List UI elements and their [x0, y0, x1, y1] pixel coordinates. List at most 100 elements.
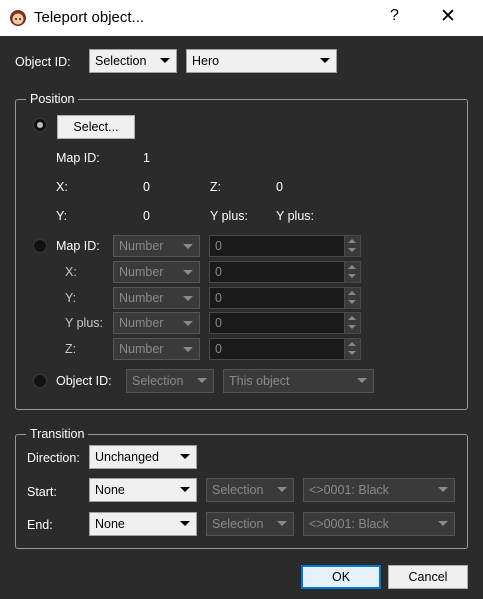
- position-object-source-dropdown[interactable]: Selection: [126, 369, 214, 393]
- arrow-down-icon: [348, 274, 356, 278]
- spin-buttons[interactable]: [344, 262, 360, 282]
- spin-buttons[interactable]: [344, 288, 360, 308]
- map-id-label: Map ID:: [56, 151, 100, 165]
- chevron-down-icon: [357, 378, 367, 383]
- position-object-value: This object: [229, 374, 290, 388]
- manual-map-id-label: Map ID:: [56, 239, 100, 253]
- end-color: <>0001: Black: [309, 517, 389, 531]
- manual-y-plus-spinbox[interactable]: 0: [209, 312, 361, 334]
- direction-value: Unchanged: [95, 450, 159, 464]
- position-object-value-dropdown[interactable]: This object: [223, 369, 374, 393]
- manual-y-spinbox[interactable]: 0: [209, 287, 361, 309]
- object-id-source-value: Selection: [95, 54, 147, 68]
- chevron-down-icon: [438, 487, 448, 492]
- manual-y-plus-value: 0: [215, 316, 222, 330]
- chevron-down-icon: [183, 244, 193, 249]
- start-label: Start:: [27, 485, 57, 499]
- radio-select-object[interactable]: [33, 118, 47, 132]
- arrow-up-icon: [348, 316, 356, 320]
- position-object-id-label: Object ID:: [56, 374, 112, 388]
- ok-button[interactable]: OK: [301, 565, 381, 589]
- start-source: Selection: [212, 483, 264, 497]
- manual-map-id-spinbox[interactable]: 0: [209, 235, 361, 257]
- radio-manual-position[interactable]: [33, 239, 47, 253]
- spin-buttons[interactable]: [344, 339, 360, 359]
- arrow-up-icon: [348, 291, 356, 295]
- manual-y-type: Number: [119, 291, 164, 305]
- manual-x-label: X:: [65, 265, 77, 279]
- chevron-down-icon: [277, 521, 287, 526]
- position-group-title: Position: [26, 92, 79, 106]
- chevron-down-icon: [183, 296, 193, 301]
- chevron-down-icon: [180, 487, 190, 492]
- chevron-down-icon: [160, 58, 170, 63]
- manual-x-type: Number: [119, 265, 164, 279]
- window-title: Teleport object...: [34, 9, 145, 26]
- end-value: None: [95, 517, 125, 531]
- manual-y-label: Y:: [65, 291, 77, 305]
- manual-y-type-dropdown[interactable]: Number: [113, 287, 200, 309]
- manual-map-id-value: 0: [215, 239, 222, 253]
- direction-label: Direction:: [27, 451, 80, 465]
- arrow-down-icon: [348, 248, 356, 252]
- manual-z-value: 0: [215, 342, 222, 356]
- manual-z-type-dropdown[interactable]: Number: [113, 338, 200, 360]
- chevron-down-icon: [197, 378, 207, 383]
- direction-dropdown[interactable]: Unchanged: [89, 445, 197, 469]
- end-label: End:: [27, 518, 53, 532]
- object-id-value: Hero: [192, 54, 220, 68]
- arrow-down-icon: [348, 351, 356, 355]
- transition-group-title: Transition: [26, 427, 89, 441]
- chevron-down-icon: [183, 270, 193, 275]
- chevron-down-icon: [180, 521, 190, 526]
- end-color-dropdown[interactable]: <>0001: Black: [303, 512, 455, 536]
- object-id-source-dropdown[interactable]: Selection: [89, 49, 177, 73]
- start-dropdown[interactable]: None: [89, 478, 197, 502]
- manual-y-plus-label: Y plus:: [65, 316, 103, 330]
- arrow-down-icon: [348, 300, 356, 304]
- chevron-down-icon: [277, 487, 287, 492]
- manual-y-value: 0: [215, 291, 222, 305]
- arrow-up-icon: [348, 342, 356, 346]
- z-label: Z:: [210, 180, 222, 194]
- radio-object-position[interactable]: [33, 374, 47, 388]
- spin-buttons[interactable]: [344, 313, 360, 333]
- x-label: X:: [56, 180, 68, 194]
- chevron-down-icon: [183, 347, 193, 352]
- manual-z-label: Z:: [65, 342, 77, 356]
- position-object-source: Selection: [132, 374, 184, 388]
- manual-map-id-type-dropdown[interactable]: Number: [113, 235, 200, 257]
- end-dropdown[interactable]: None: [89, 512, 197, 536]
- spin-buttons[interactable]: [344, 236, 360, 256]
- chevron-down-icon: [320, 58, 330, 63]
- map-id-value: 1: [143, 151, 150, 165]
- x-value: 0: [143, 180, 150, 194]
- y-plus-label: Y plus:: [210, 209, 248, 223]
- arrow-down-icon: [348, 325, 356, 329]
- y-plus-value-label: Y plus:: [276, 209, 314, 223]
- manual-x-type-dropdown[interactable]: Number: [113, 261, 200, 283]
- manual-y-plus-type-dropdown[interactable]: Number: [113, 312, 200, 334]
- manual-x-value: 0: [215, 265, 222, 279]
- manual-z-spinbox[interactable]: 0: [209, 338, 361, 360]
- end-source-dropdown[interactable]: Selection: [206, 512, 294, 536]
- manual-x-spinbox[interactable]: 0: [209, 261, 361, 283]
- start-source-dropdown[interactable]: Selection: [206, 478, 294, 502]
- chevron-down-icon: [180, 454, 190, 459]
- start-value: None: [95, 483, 125, 497]
- select-button[interactable]: Select...: [57, 115, 135, 139]
- arrow-up-icon: [348, 265, 356, 269]
- cancel-button[interactable]: Cancel: [388, 565, 468, 589]
- manual-y-plus-type: Number: [119, 316, 164, 330]
- start-color: <>0001: Black: [309, 483, 389, 497]
- end-source: Selection: [212, 517, 264, 531]
- start-color-dropdown[interactable]: <>0001: Black: [303, 478, 455, 502]
- y-label: Y:: [56, 209, 68, 223]
- help-button[interactable]: ?: [390, 7, 399, 25]
- y-value: 0: [143, 209, 150, 223]
- close-button[interactable]: ✕: [440, 5, 456, 28]
- chevron-down-icon: [438, 521, 448, 526]
- chevron-down-icon: [183, 321, 193, 326]
- character-face-icon: [10, 10, 26, 26]
- object-id-value-dropdown[interactable]: Hero: [186, 49, 337, 73]
